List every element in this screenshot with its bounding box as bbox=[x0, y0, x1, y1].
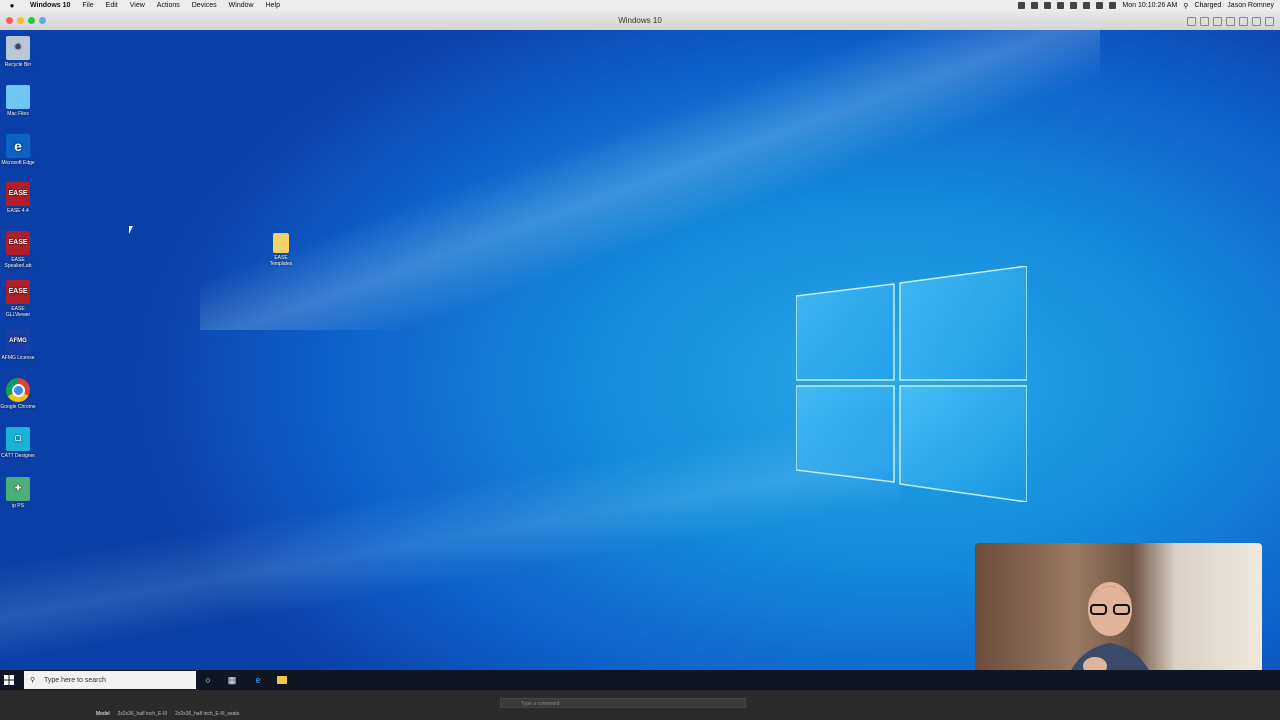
apple-icon[interactable]: ● bbox=[0, 1, 24, 10]
light-beam bbox=[0, 390, 900, 670]
menu-window[interactable]: Window bbox=[223, 0, 260, 11]
menu-devices[interactable]: Devices bbox=[186, 0, 223, 11]
window-toolbar bbox=[1187, 17, 1274, 26]
app-icon: ✚ bbox=[6, 477, 30, 501]
windows-logo-icon bbox=[796, 266, 1027, 502]
tab-layout-2[interactable]: 2x2x36_half inch_E-III_seats bbox=[175, 711, 239, 717]
keyboard-icon[interactable] bbox=[1187, 17, 1196, 26]
tray-icon[interactable] bbox=[1044, 2, 1052, 9]
desktop-icon-ipps[interactable]: ✚ ip PS bbox=[0, 477, 36, 509]
menu-actions[interactable]: Actions bbox=[151, 0, 186, 11]
search-icon: ⚲ bbox=[30, 677, 36, 684]
edge-icon: e bbox=[6, 134, 30, 158]
usb-icon[interactable] bbox=[1213, 17, 1222, 26]
edge-taskbar-icon[interactable]: e bbox=[252, 674, 264, 686]
dropbox-icon[interactable] bbox=[1057, 2, 1065, 9]
recycle-bin-icon: ♻ bbox=[6, 36, 30, 60]
desktop-icon-ease-gllviewer[interactable]: EASE EASE GLLViewer bbox=[0, 280, 36, 318]
menu-help[interactable]: Help bbox=[260, 0, 286, 11]
printer-icon[interactable] bbox=[1226, 17, 1235, 26]
desktop-icon-ease-templates[interactable]: EASE Templates bbox=[263, 233, 299, 267]
search-placeholder: Type here to search bbox=[44, 676, 106, 684]
mouse-cursor-icon bbox=[129, 226, 133, 234]
ease-icon: EASE bbox=[6, 231, 30, 255]
menu-file[interactable]: File bbox=[76, 0, 99, 11]
cloud-icon[interactable] bbox=[1070, 2, 1078, 9]
chrome-icon bbox=[6, 378, 30, 402]
volume-icon[interactable] bbox=[1096, 2, 1104, 9]
window-title: Windows 10 bbox=[618, 16, 662, 25]
user-name[interactable]: Jason Romney bbox=[1227, 2, 1274, 9]
tray-icon[interactable] bbox=[1031, 2, 1039, 9]
battery-status[interactable]: Charged bbox=[1194, 2, 1221, 9]
task-view-icon[interactable]: ▦ bbox=[226, 674, 238, 686]
mac-menu-bar: ● Windows 10 File Edit View Actions Devi… bbox=[0, 0, 1280, 11]
spotlight-icon[interactable]: ⚲ bbox=[1183, 2, 1188, 10]
gear-icon[interactable] bbox=[1265, 17, 1274, 26]
desktop-icon-edge[interactable]: e Microsoft Edge bbox=[0, 134, 36, 166]
desktop-icon-afmg[interactable]: AFMG AFMG License bbox=[0, 329, 36, 361]
tray-icon[interactable] bbox=[1018, 2, 1026, 9]
bluetooth-icon[interactable] bbox=[1083, 2, 1091, 9]
tab-model[interactable]: Model bbox=[96, 711, 110, 717]
desktop-icon-ease[interactable]: EASE EASE 4.4 bbox=[0, 182, 36, 214]
menu-app[interactable]: Windows 10 bbox=[24, 0, 76, 11]
menu-edit[interactable]: Edit bbox=[100, 0, 124, 11]
taskbar-search-box[interactable]: ⚲ Type here to search bbox=[24, 671, 196, 689]
cd-icon[interactable] bbox=[1200, 17, 1209, 26]
folder-share-icon[interactable] bbox=[1252, 17, 1261, 26]
window-titlebar: Windows 10 bbox=[0, 11, 1280, 31]
menu-view[interactable]: View bbox=[124, 0, 151, 11]
ease-icon: EASE bbox=[6, 280, 30, 304]
file-explorer-icon[interactable] bbox=[276, 674, 288, 686]
desktop-icon-mac-files[interactable]: Mac Files bbox=[0, 85, 36, 117]
wifi-icon[interactable] bbox=[1109, 2, 1117, 9]
afmg-icon: AFMG bbox=[6, 329, 30, 353]
desktop-icon-recycle-bin[interactable]: ♻ Recycle Bin bbox=[0, 36, 36, 68]
cortana-icon[interactable]: ○ bbox=[202, 674, 214, 686]
windows-start-icon[interactable] bbox=[4, 675, 14, 685]
host-status-bar: Type a command Model 2x2x36_half inch_E-… bbox=[0, 690, 1280, 720]
sound-icon[interactable] bbox=[1239, 17, 1248, 26]
folder-icon bbox=[273, 233, 289, 253]
windows-taskbar: ⚲ Type here to search ○ ▦ e bbox=[0, 670, 1280, 690]
folder-icon bbox=[6, 85, 30, 109]
ease-icon: EASE bbox=[6, 182, 30, 206]
desktop-icon-chrome[interactable]: Google Chrome bbox=[0, 378, 36, 410]
designer-icon: ▢ bbox=[6, 427, 30, 451]
layout-tabs: Model 2x2x36_half inch_E-III 2x2x36_half… bbox=[96, 711, 239, 717]
command-line-input[interactable]: Type a command bbox=[500, 698, 746, 708]
desktop-icon-ease-speakerlab[interactable]: EASE EASE SpeakerLab bbox=[0, 231, 36, 269]
menu-extras: Mon 10:10:26 AM ⚲ Charged Jason Romney bbox=[1018, 2, 1280, 10]
tab-layout-1[interactable]: 2x2x36_half inch_E-III bbox=[118, 711, 167, 717]
clock[interactable]: Mon 10:10:26 AM bbox=[1122, 2, 1177, 9]
desktop-icon-designer[interactable]: ▢ CATT Designer bbox=[0, 427, 36, 459]
